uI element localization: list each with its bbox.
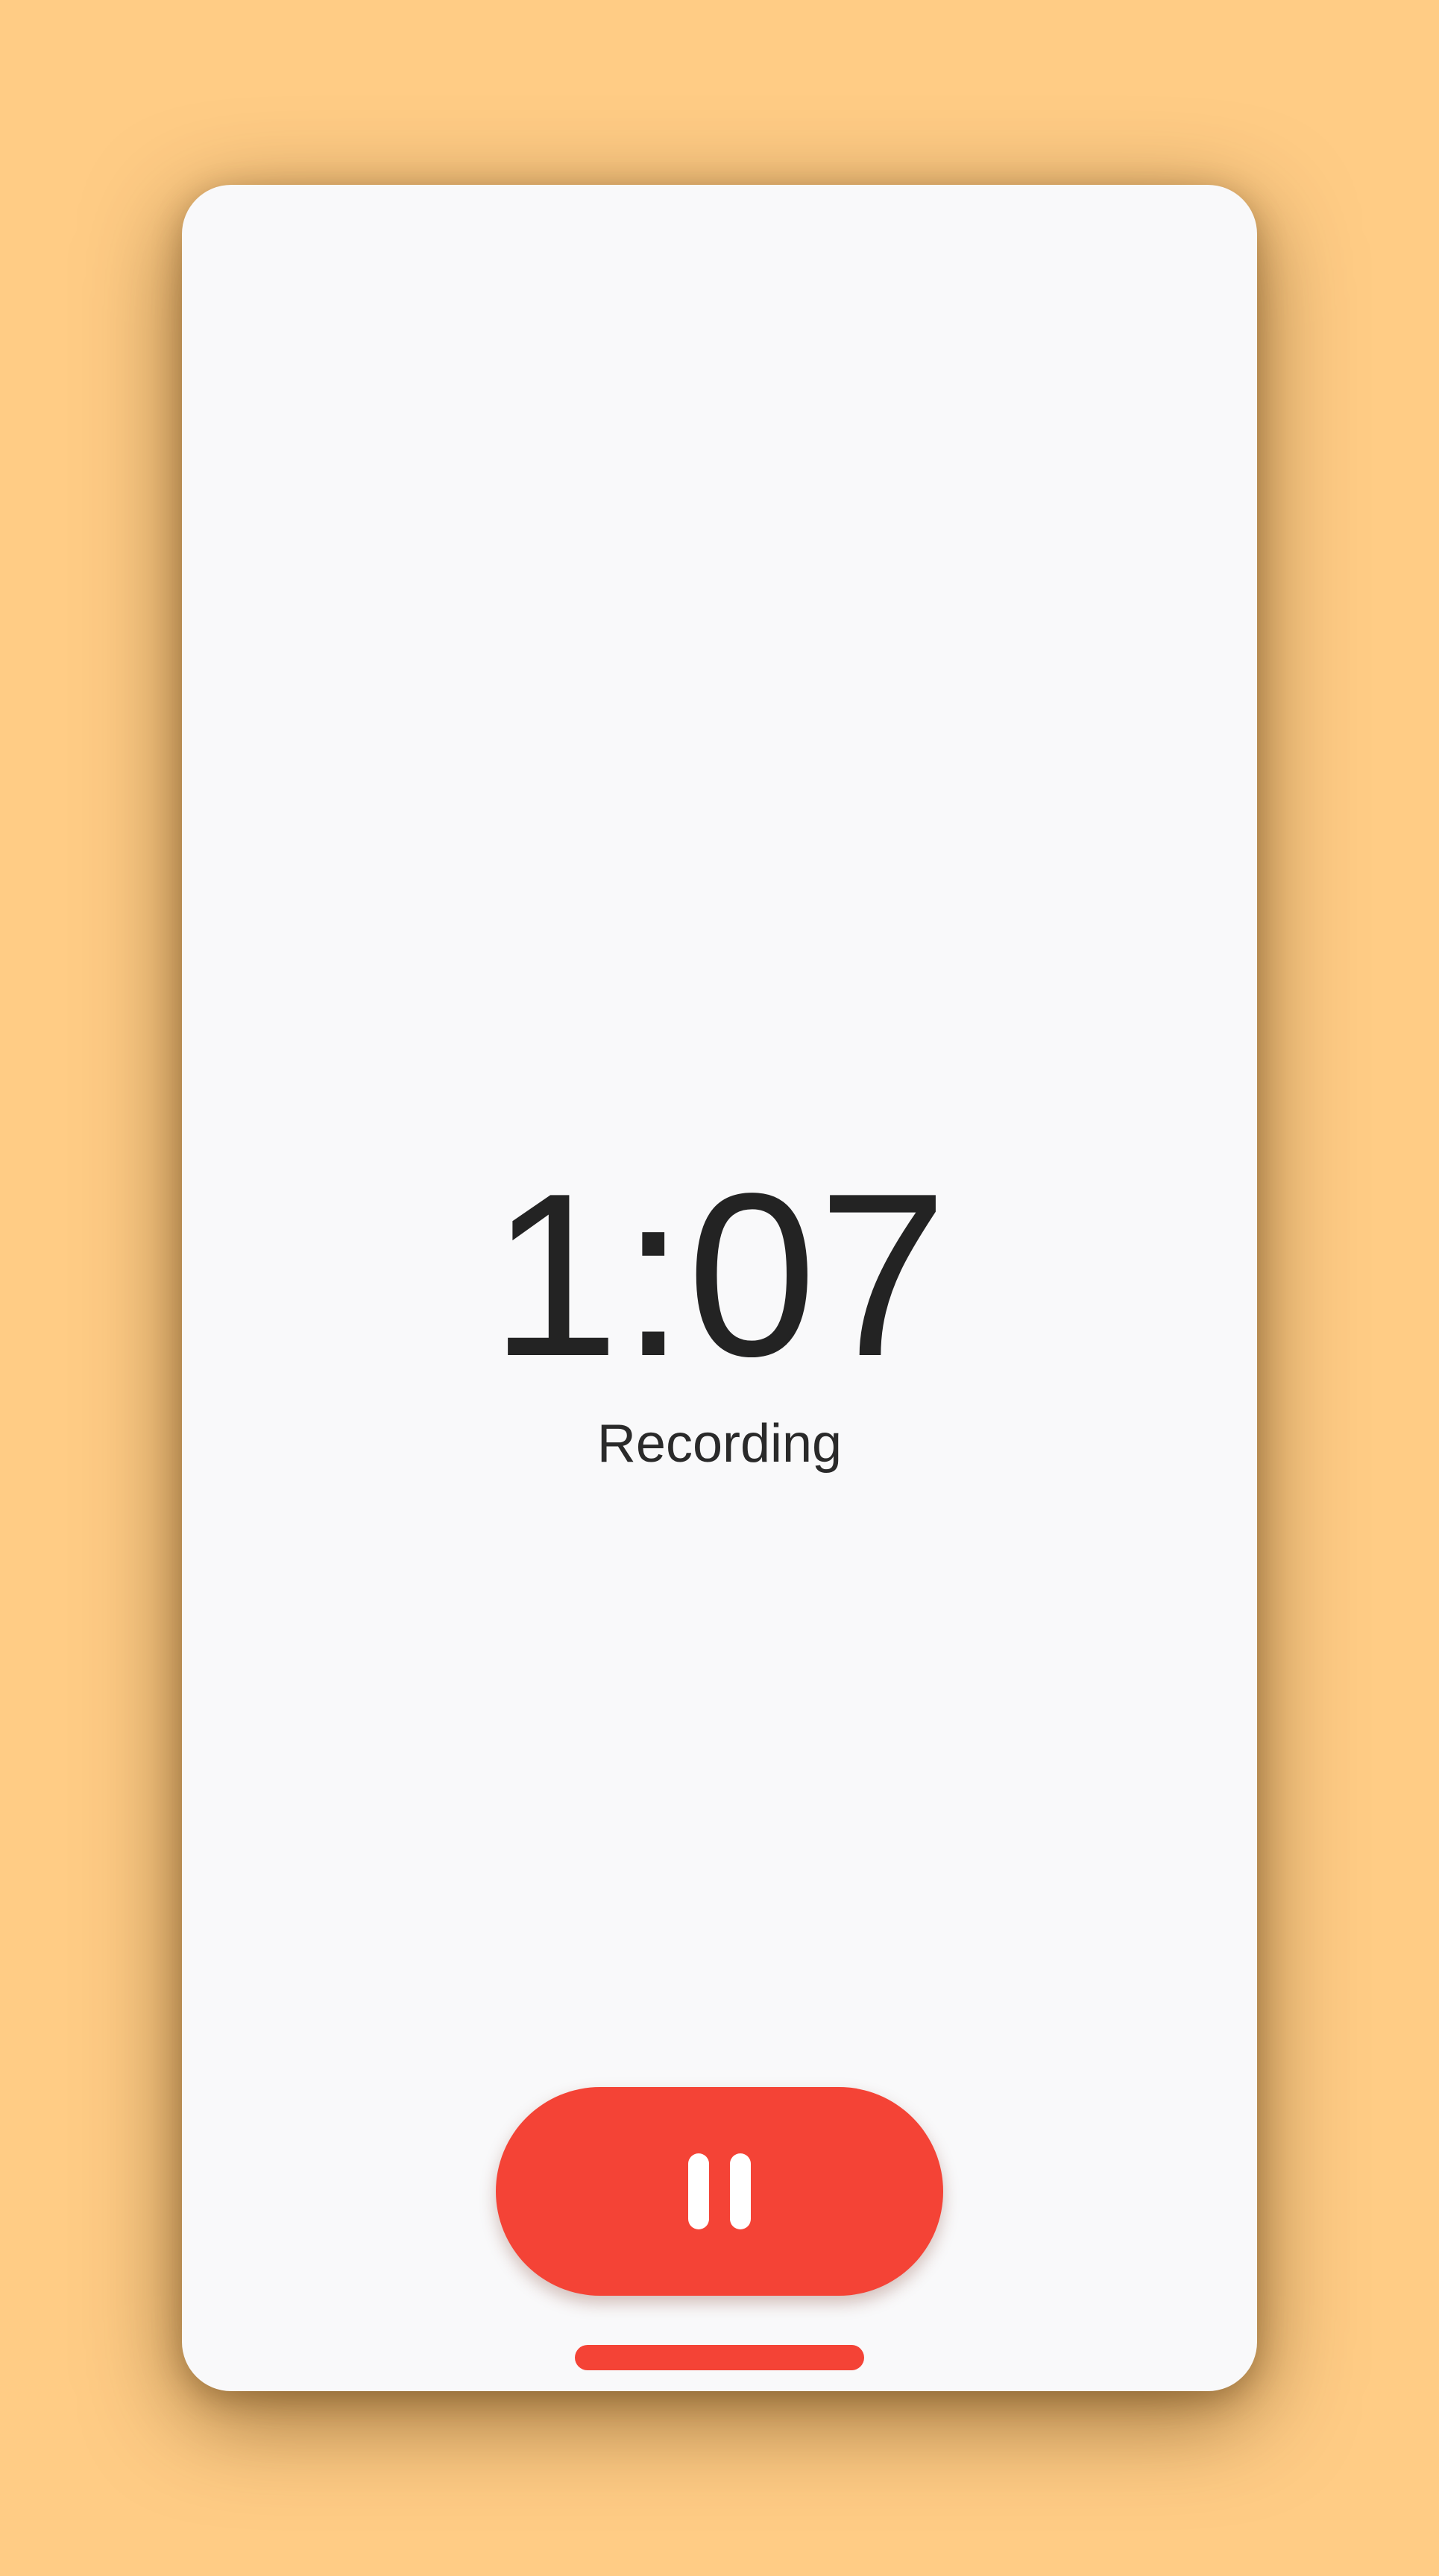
phone-screen: 1:07 Recording [182, 185, 1257, 2391]
pause-icon-left-bar [688, 2153, 709, 2229]
recording-timer: 1:07 [490, 1146, 949, 1405]
home-indicator[interactable] [575, 2345, 864, 2370]
recording-status-label: Recording [596, 1414, 843, 1474]
pause-button[interactable] [496, 2087, 943, 2296]
pause-icon [688, 2153, 751, 2229]
pause-icon-right-bar [730, 2153, 751, 2229]
